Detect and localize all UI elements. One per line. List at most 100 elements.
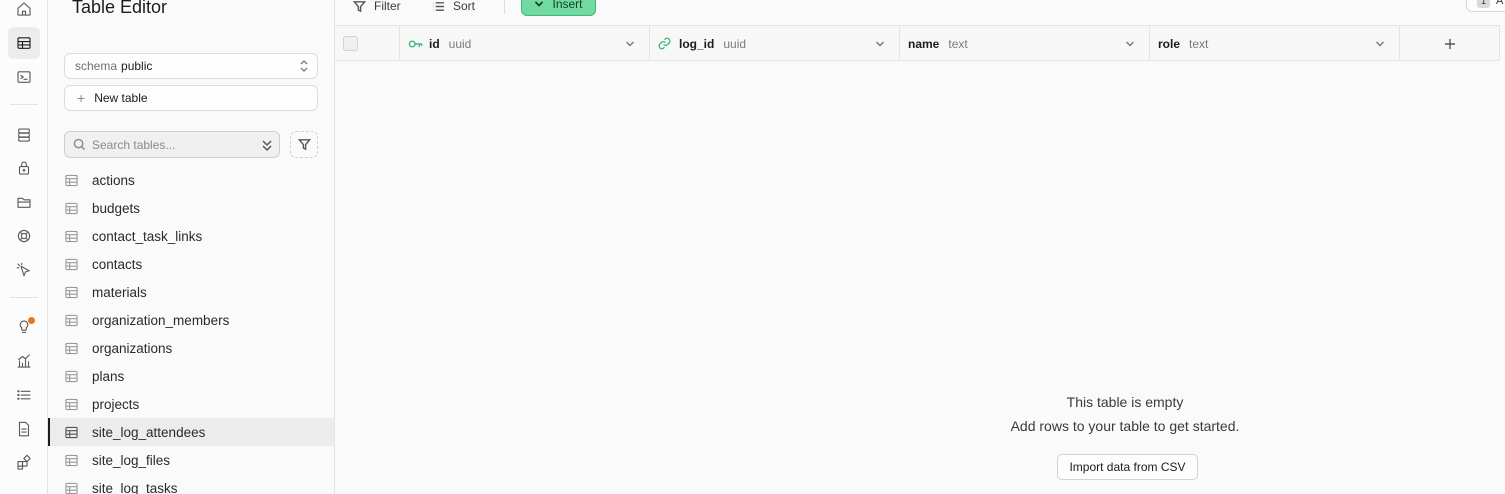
column-name: name (908, 36, 940, 51)
schema-label: schema (75, 59, 118, 73)
table-icon (65, 258, 92, 271)
logs-list-icon[interactable] (12, 383, 36, 407)
table-icon (65, 398, 92, 411)
column-name: role (1158, 36, 1181, 51)
primary-key-icon (408, 37, 424, 51)
plus-icon: + (77, 90, 86, 106)
chevron-down-icon (535, 1, 544, 7)
schema-select[interactable]: schema public (64, 53, 318, 79)
table-icon (65, 174, 92, 187)
new-table-button[interactable]: + New table (64, 85, 318, 111)
chevron-down-icon[interactable] (875, 38, 885, 52)
foreign-key-link-icon (658, 37, 674, 51)
top-right-button[interactable]: 1 A (1466, 0, 1505, 12)
table-list-item[interactable]: actions (48, 166, 334, 194)
table-editor-icon[interactable] (8, 27, 40, 59)
home-icon[interactable] (12, 0, 36, 21)
table-name: projects (92, 396, 140, 412)
insert-label: Insert (552, 0, 583, 11)
table-icon (65, 426, 92, 439)
filter-icon (297, 139, 311, 151)
top-right-label: A (1496, 0, 1504, 7)
table-list-item[interactable]: projects (48, 390, 334, 418)
table-name: materials (92, 284, 147, 300)
table-icon (65, 314, 92, 327)
main-area: Filter Sort Insert 1 A id uuid log_id uu… (335, 0, 1505, 494)
table-icon (65, 230, 92, 243)
icon-rail (0, 0, 48, 494)
table-list-item[interactable]: contacts (48, 250, 334, 278)
table-name: contacts (92, 256, 143, 272)
filter-icon (353, 0, 366, 12)
notification-dot (28, 317, 35, 324)
toolbar-divider (504, 0, 505, 14)
column-type: text (1189, 36, 1209, 51)
table-list: actions budgets contact_task_links contacts… (48, 166, 334, 494)
table-list-item[interactable]: contact_task_links (48, 222, 334, 250)
edge-functions-icon[interactable] (12, 258, 36, 282)
import-csv-button[interactable]: Import data from CSV (1057, 454, 1198, 480)
search-icon (73, 138, 86, 151)
count-badge: 1 (1477, 0, 1490, 8)
api-docs-icon[interactable] (12, 417, 36, 441)
chevrons-down-icon[interactable] (261, 138, 273, 155)
empty-state-subtitle: Add rows to your table to get started. (1010, 418, 1240, 434)
search-tables-box (64, 131, 280, 158)
search-tables-input[interactable] (92, 137, 252, 152)
schema-value: public (121, 59, 153, 73)
table-sidebar: Table Editor schema public + New table a… (48, 0, 335, 494)
insert-button[interactable]: Insert (521, 0, 596, 16)
select-all-cell (335, 26, 400, 61)
chevron-down-icon[interactable] (1125, 38, 1135, 52)
auth-lock-icon[interactable] (12, 156, 36, 180)
table-name: contact_task_links (92, 228, 203, 244)
column-header-id[interactable]: id uuid (400, 26, 650, 61)
select-all-checkbox[interactable] (343, 36, 358, 51)
storage-folder-icon[interactable] (12, 190, 36, 214)
database-icon[interactable] (12, 123, 36, 147)
table-name: organizations (92, 340, 173, 356)
sort-button[interactable]: Sort (432, 0, 475, 18)
table-list-item[interactable]: site_log_tasks (48, 474, 334, 494)
add-column-button[interactable] (1400, 26, 1500, 61)
toolbar: Filter Sort Insert 1 A (335, 0, 1505, 20)
advisors-lightbulb-icon[interactable] (12, 315, 36, 339)
column-header-name[interactable]: name text (900, 26, 1150, 61)
table-list-item[interactable]: site_log_files (48, 446, 334, 474)
column-type: uuid (448, 36, 472, 51)
rail-divider (10, 297, 38, 298)
table-name: site_log_tasks (92, 480, 178, 494)
table-icon (65, 454, 92, 467)
table-name: plans (92, 368, 125, 384)
table-name: organization_members (92, 312, 230, 328)
table-list-item[interactable]: plans (48, 362, 334, 390)
sidebar-title: Table Editor (72, 0, 168, 17)
table-name: budgets (92, 200, 141, 216)
sort-list-icon (433, 1, 445, 11)
chevron-down-icon[interactable] (625, 38, 635, 52)
table-icon (65, 482, 92, 494)
chevron-down-icon[interactable] (1375, 38, 1385, 52)
table-name: site_log_attendees (92, 424, 206, 440)
table-list-item[interactable]: materials (48, 278, 334, 306)
integrations-icon[interactable] (12, 451, 36, 475)
table-icon (65, 370, 92, 383)
table-list-item[interactable]: organization_members (48, 306, 334, 334)
reports-chart-icon[interactable] (12, 349, 36, 373)
column-name: id (429, 36, 440, 51)
filter-tables-button[interactable] (290, 131, 318, 158)
chevron-up-down-icon (299, 59, 309, 76)
table-list-item[interactable]: budgets (48, 194, 334, 222)
table-list-item[interactable]: organizations (48, 334, 334, 362)
table-list-item[interactable]: site_log_attendees (48, 418, 334, 446)
realtime-icon[interactable] (12, 224, 36, 248)
sql-editor-icon[interactable] (12, 65, 36, 89)
column-header-role[interactable]: role text (1150, 26, 1400, 61)
column-header-log-id[interactable]: log_id uuid (650, 26, 900, 61)
empty-state-title: This table is empty (1066, 394, 1184, 410)
rail-divider (10, 104, 38, 105)
table-name: site_log_files (92, 452, 171, 468)
new-table-label: New table (94, 91, 148, 105)
table-icon (65, 286, 92, 299)
filter-button[interactable]: Filter (353, 0, 401, 18)
